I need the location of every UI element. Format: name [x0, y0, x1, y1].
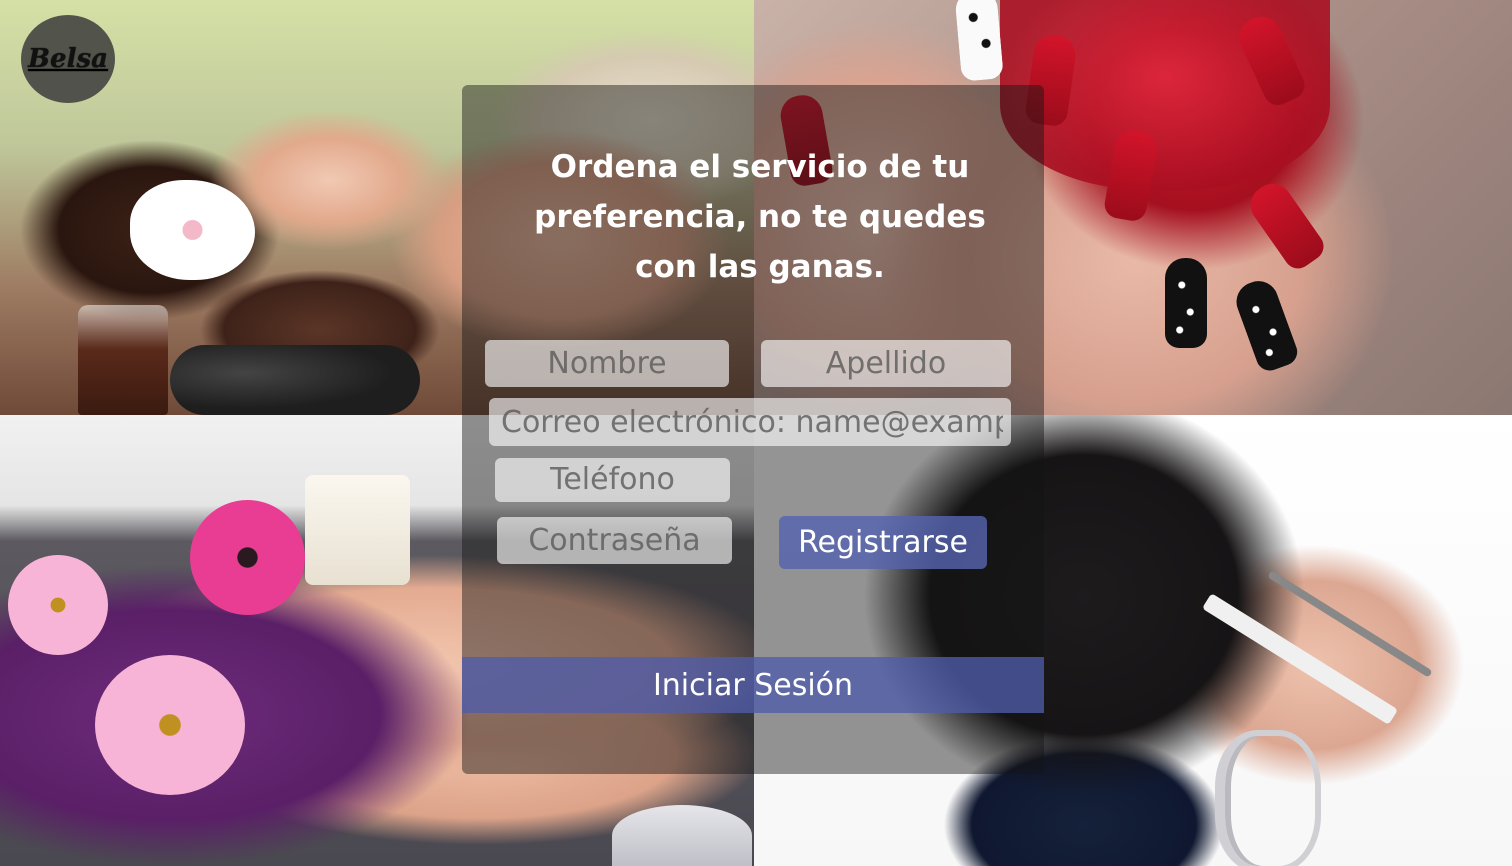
nail — [954, 0, 1004, 82]
brand-logo-text: Belsa — [28, 44, 108, 74]
pillar-candle — [305, 475, 410, 585]
nail — [1165, 258, 1207, 348]
headline: Ordena el servicio de tu preferencia, no… — [534, 149, 986, 285]
gerbera-flower — [190, 500, 305, 615]
gerbera-flower — [8, 555, 108, 655]
phone-input[interactable] — [495, 458, 730, 502]
bangles — [1215, 730, 1321, 866]
first-name-input[interactable] — [485, 340, 729, 387]
gerbera-flower — [95, 655, 245, 795]
email-input[interactable] — [489, 398, 1011, 446]
register-button[interactable]: Registrarse — [779, 516, 987, 569]
page-root: Belsa Ordena el servicio de tu preferenc… — [0, 0, 1512, 866]
hot-stones — [170, 345, 420, 415]
password-input[interactable] — [497, 517, 732, 564]
last-name-input[interactable] — [761, 340, 1011, 387]
login-button[interactable]: Iniciar Sesión — [462, 657, 1044, 713]
tea-candle — [612, 805, 752, 866]
glass-candle — [78, 305, 168, 415]
orchid-flower — [130, 180, 255, 280]
brand-logo[interactable]: Belsa — [21, 15, 115, 103]
